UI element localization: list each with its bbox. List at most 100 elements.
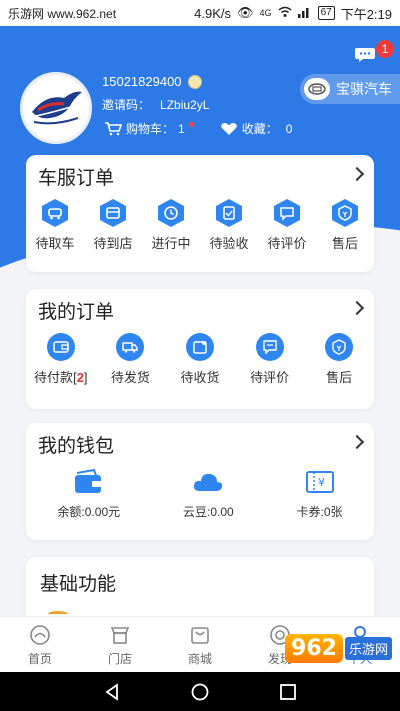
review-icon <box>274 199 300 227</box>
my-orders-card: 我的订单 待付款[2] 待发货 待收货 待评价 售后 <box>26 289 374 409</box>
svg-text:¥: ¥ <box>318 476 325 489</box>
order-item-review[interactable]: 待评价 <box>242 333 298 386</box>
cloud-icon <box>194 473 223 491</box>
back-icon[interactable] <box>103 682 121 701</box>
after-sales-icon <box>332 199 358 227</box>
cart-icon <box>105 121 122 135</box>
my-orders-title: 我的订单 <box>38 302 115 323</box>
tab-store[interactable]: 门店 <box>80 617 160 672</box>
chevron-right-icon[interactable] <box>349 434 365 450</box>
clock: 下午2:19 <box>340 6 392 22</box>
in-progress-icon <box>158 199 184 227</box>
service-orders-card: 车服订单 待取车 待到店 进行中 待验收 待评价 售后 <box>26 155 374 272</box>
favorites-label: 收藏： <box>241 122 278 136</box>
wallet-icon <box>46 333 75 361</box>
brand-button[interactable]: 宝骐汽车 <box>300 74 400 104</box>
favorites-count: 0 <box>285 121 293 136</box>
chevron-right-icon[interactable] <box>349 300 365 316</box>
review-icon <box>255 333 284 361</box>
wifi-icon <box>278 6 292 21</box>
service-item-label: 售后 <box>331 236 358 251</box>
service-item-label: 待取车 <box>35 236 75 251</box>
unpaid-count: 2 <box>76 370 84 385</box>
brand-logo-icon <box>304 78 330 100</box>
home-icon <box>30 624 50 645</box>
user-meta-row: 购物车： 1 收藏： 0 <box>104 120 292 137</box>
watermark-logo: 962 <box>285 633 343 663</box>
service-item-in-progress[interactable]: 进行中 <box>143 199 199 252</box>
wallet-cloud-beans[interactable]: 云豆:0.00 <box>183 469 234 520</box>
user-phone: 15021829400 <box>102 74 202 89</box>
invite-code-row: 邀请码： LZbiu2yL <box>102 96 209 113</box>
my-orders-grid: 待付款[2] 待发货 待收货 待评价 售后 <box>26 333 374 386</box>
watermark-sub: 乐游网 <box>344 636 392 660</box>
site-watermark: 乐游网 www.962.net <box>8 6 117 21</box>
wallet-balance-label: 余额:0.00元 <box>57 505 121 519</box>
store-icon <box>110 626 130 644</box>
tab-mall[interactable]: 商城 <box>160 617 240 672</box>
service-item-arrival[interactable]: 待到店 <box>85 199 141 252</box>
heart-icon <box>220 122 237 135</box>
wallet-balance[interactable]: 余额:0.00元 <box>57 469 120 520</box>
cart-dot <box>188 122 194 127</box>
wallet-grid: 余额:0.00元 云豆:0.00 ¥ 卡券:0张 <box>26 469 374 520</box>
tab-home[interactable]: 首页 <box>0 617 80 672</box>
avatar[interactable] <box>20 72 92 144</box>
status-right: 4.9K/s 👁 4G 67 下午2:19 <box>194 4 392 23</box>
order-item-label: 待评价 <box>250 370 290 385</box>
favorites-link[interactable]: 收藏： 0 <box>220 120 293 137</box>
wallet-icon <box>74 469 101 493</box>
tab-label: 商城 <box>187 651 212 666</box>
invite-label: 邀请码： <box>102 98 151 112</box>
invite-code: LZbiu2yL <box>160 98 210 112</box>
level-badge-icon <box>187 74 202 89</box>
delivery-truck-icon <box>116 333 145 361</box>
cart-label: 购物车： <box>126 122 175 136</box>
status-bar: 乐游网 www.962.net 4.9K/s 👁 4G 67 下午2:19 <box>0 0 400 26</box>
service-item-after-sales[interactable]: 售后 <box>317 199 373 252</box>
signal-bars-icon <box>297 6 312 21</box>
wallet-card: 我的钱包 余额:0.00元 云豆:0.00 ¥ 卡券:0张 <box>26 423 374 540</box>
car-pickup-icon <box>42 199 68 227</box>
basic-functions-title: 基础功能 <box>40 574 117 595</box>
order-item-unpaid[interactable]: 待付款[2] <box>33 333 89 386</box>
home-button-icon[interactable] <box>191 683 209 701</box>
receive-box-icon <box>185 333 214 361</box>
tab-label: 门店 <box>107 651 132 666</box>
message-icon[interactable] <box>354 46 376 64</box>
order-item-text: 待付款 <box>34 370 74 385</box>
order-item-to-receive[interactable]: 待收货 <box>172 333 228 386</box>
phone-number: 15021829400 <box>102 74 182 89</box>
mall-icon <box>191 626 209 644</box>
service-item-pickup[interactable]: 待取车 <box>27 199 83 252</box>
service-orders-title: 车服订单 <box>38 168 115 189</box>
service-orders-grid: 待取车 待到店 进行中 待验收 待评价 售后 <box>26 199 374 252</box>
order-item-to-ship[interactable]: 待发货 <box>102 333 158 386</box>
chevron-right-icon[interactable] <box>349 166 365 182</box>
service-item-inspection[interactable]: 待验收 <box>201 199 257 252</box>
service-item-review[interactable]: 待评价 <box>259 199 315 252</box>
service-item-label: 进行中 <box>151 236 191 251</box>
inspection-icon <box>216 199 242 227</box>
site-watermark-logo: 962 乐游网 <box>285 628 392 668</box>
wallet-coupon-label: 卡券:0张 <box>296 505 343 519</box>
network-speed: 4.9K/s <box>194 5 232 21</box>
service-item-label: 待评价 <box>267 236 307 251</box>
brand-label: 宝骐汽车 <box>336 81 392 97</box>
battery-indicator: 67 <box>317 6 335 20</box>
wallet-title: 我的钱包 <box>38 436 115 457</box>
system-nav-bar <box>0 672 400 711</box>
wallet-coupons[interactable]: ¥ 卡券:0张 <box>297 469 343 520</box>
signal-label: 4G <box>259 8 272 18</box>
order-item-label: 待发货 <box>110 370 150 385</box>
cart-link[interactable]: 购物车： 1 <box>104 120 194 137</box>
eagle-logo-icon <box>25 77 87 139</box>
order-item-label: 售后 <box>326 370 353 385</box>
service-item-label: 待验收 <box>209 236 249 251</box>
order-item-label: 待付款[2] <box>34 370 88 385</box>
order-item-after-sales[interactable]: 售后 <box>311 333 367 386</box>
message-badge: 1 <box>376 40 394 58</box>
recents-icon[interactable] <box>279 683 297 701</box>
eye-icon: 👁 <box>237 5 254 20</box>
store-arrival-icon <box>100 199 126 227</box>
